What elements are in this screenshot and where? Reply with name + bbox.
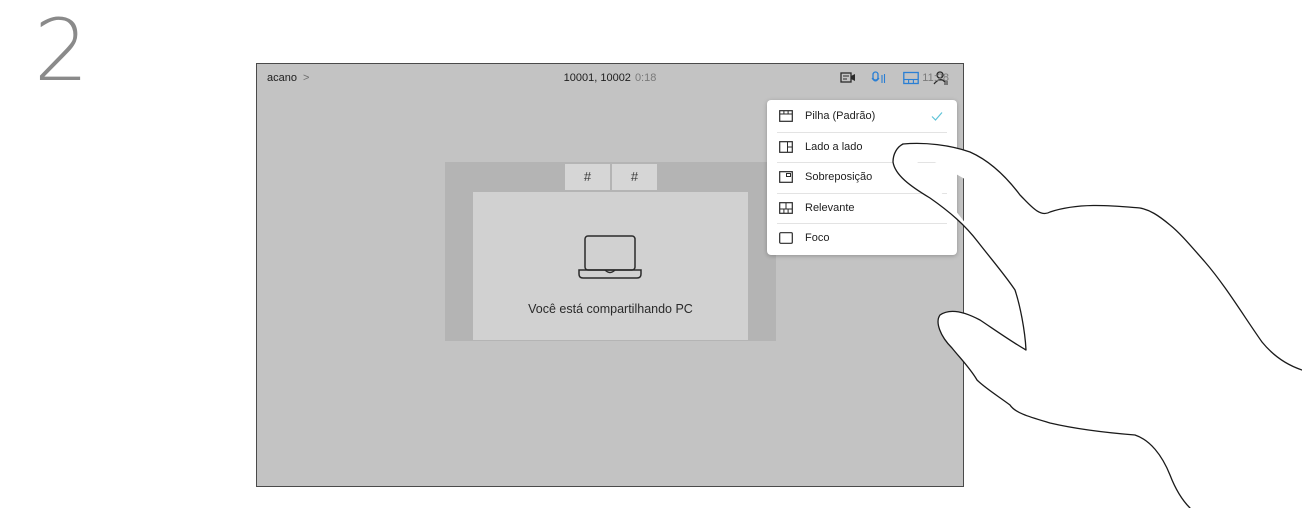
- side-by-side-layout-icon: [779, 140, 793, 153]
- top-bar: acano > 10001, 10002 0:18 11:28: [257, 64, 963, 94]
- checkmark-icon: [931, 112, 943, 121]
- content-share-area: # # Você está compartilhando PC: [445, 162, 776, 341]
- step-number: 2: [34, 1, 89, 101]
- layout-option-focus[interactable]: Foco: [767, 223, 957, 254]
- layout-option-prominent[interactable]: Relevante: [767, 192, 957, 224]
- layout-option-stack[interactable]: Pilha (Padrão): [767, 101, 957, 132]
- stack-layout-icon: [779, 110, 793, 122]
- clock: 11:28: [922, 72, 949, 84]
- call-timer: 0:18: [634, 72, 657, 84]
- layout-option-overlay[interactable]: Sobreposição: [767, 162, 957, 193]
- menu-item-label: Sobreposição: [805, 171, 873, 183]
- sharing-panel: Você está compartilhando PC: [473, 192, 748, 340]
- layout-menu: Pilha (Padrão) Lado a lado Sobreposição: [767, 100, 957, 255]
- microphone-icon[interactable]: [871, 71, 887, 85]
- prominent-layout-icon: [779, 201, 793, 214]
- participant-tile[interactable]: #: [612, 164, 657, 190]
- laptop-icon: [578, 235, 642, 279]
- overlay-layout-icon: [779, 171, 793, 183]
- focus-layout-icon: [779, 232, 793, 244]
- menu-item-label: Relevante: [805, 201, 855, 214]
- menu-item-label: Lado a lado: [805, 140, 863, 153]
- menu-item-label: Foco: [805, 232, 830, 244]
- call-numbers: 10001, 10002: [563, 72, 631, 84]
- menu-item-label: Pilha (Padrão): [805, 110, 876, 122]
- layout-icon[interactable]: [903, 71, 919, 85]
- call-info: 10001, 10002 0:18: [257, 72, 963, 84]
- participant-tile[interactable]: #: [565, 164, 610, 190]
- touch-screen: acano > 10001, 10002 0:18 11:28 # # Você…: [256, 63, 964, 487]
- self-view-icon[interactable]: [840, 71, 856, 85]
- sharing-message: Você está compartilhando PC: [528, 302, 693, 316]
- layout-option-side-by-side[interactable]: Lado a lado: [767, 131, 957, 163]
